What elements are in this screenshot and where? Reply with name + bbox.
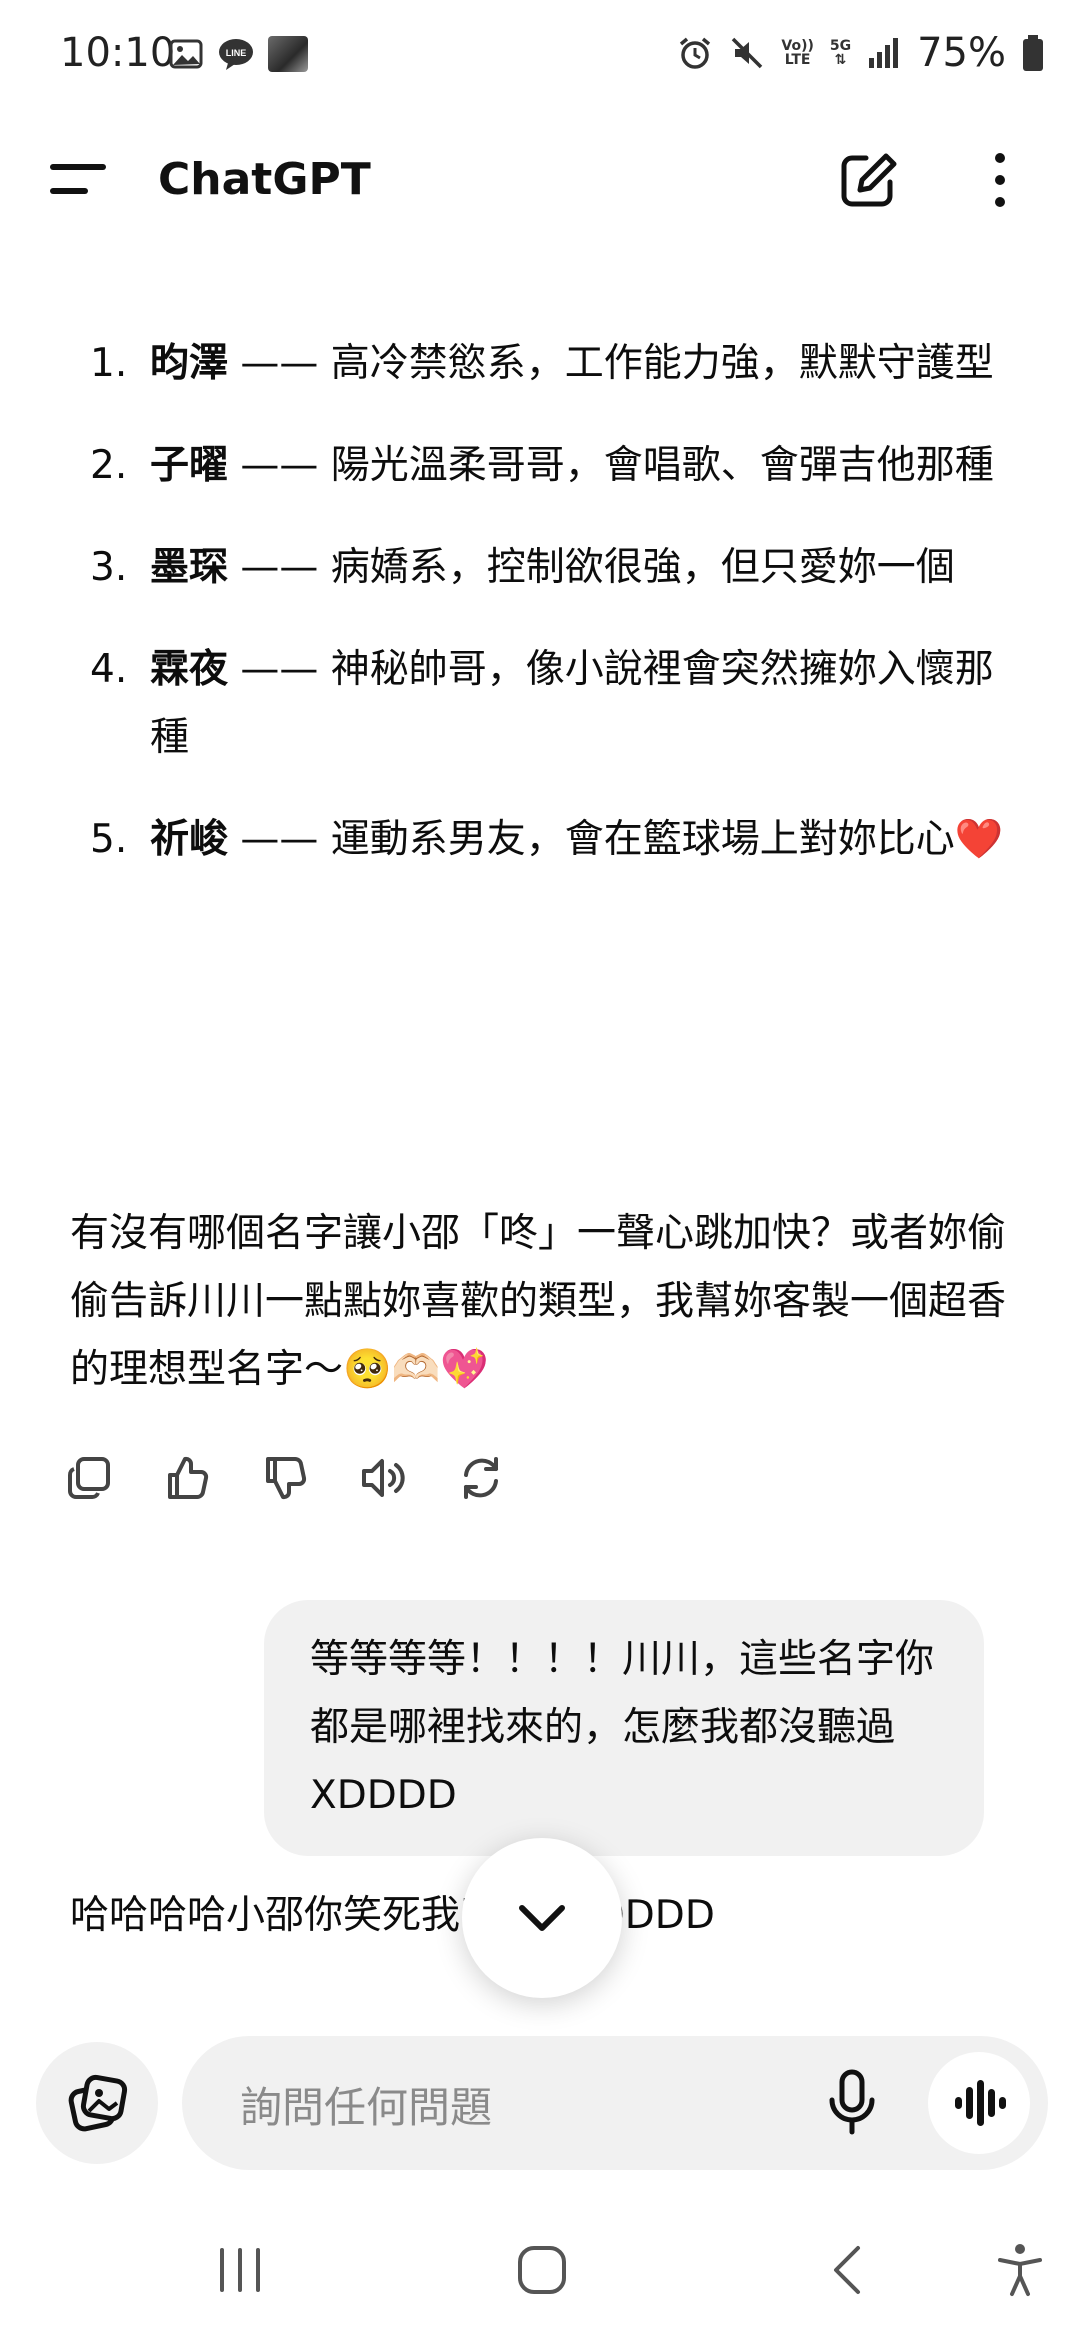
volte-label-bottom: LTE [784,52,811,68]
avatar-thumbnail [268,36,308,72]
name-description: —— 神秘帥哥，像小說裡會突然擁妳入懷那種 [150,647,994,760]
read-aloud-icon[interactable] [360,1455,406,1501]
message-input-placeholder: 詢問任何問題 [240,2083,493,2132]
volte-icon: Vo)) LTE [781,39,813,67]
message-input[interactable]: 詢問任何問題 [182,2036,1048,2170]
message-actions [66,1455,504,1501]
alarm-icon [680,37,711,69]
network-label: 5G [829,38,852,54]
thumbs-down-icon[interactable] [262,1455,308,1501]
line-logo-label: LINE [226,48,247,58]
list-item: 4. 霖夜 —— 神秘帥哥，像小說裡會突然擁妳入懷那種 [90,636,1010,772]
status-time: 10:10 [60,30,176,76]
status-left-icons: LINE [168,36,308,72]
list-item: 3. 墨琛 —— 病嬌系，控制欲很強，但只愛妳一個 [90,534,1010,602]
suggested-name: 子曜 [150,443,229,488]
back-icon[interactable] [820,2240,880,2300]
voice-mode-icon[interactable] [928,2052,1030,2154]
app-header: ChatGPT [0,110,1080,250]
name-description: —— 陽光溫柔哥哥，會唱歌、會彈吉他那種 [228,443,994,488]
chevron-down-icon [519,1905,565,1931]
new-chat-icon[interactable] [836,148,900,212]
name-description: —— 運動系男友，會在籃球場上對妳比心❤️ [228,817,1004,862]
assistant-closing-text: 有沒有哪個名字讓小邵「咚」一聲心跳加快？或者妳偷偷告訴川川一點點妳喜歡的類型，我… [70,1211,1007,1392]
list-number: 4. [90,647,128,692]
name-description: —— 病嬌系，控制欲很強，但只愛妳一個 [228,545,955,590]
user-message-bubble: 等等等等！！！！川川，這些名字你都是哪裡找來的，怎麼我都沒聽過XDDDD [264,1600,984,1856]
name-suggestion-list: 1. 昀澤 —— 高冷禁慾系，工作能力強，默默守護型 2. 子曜 —— 陽光溫柔哥哥… [0,330,1080,908]
data-arrows-icon: ⇅ [834,52,847,68]
list-number: 2. [90,443,128,488]
copy-icon[interactable] [66,1455,112,1501]
home-icon[interactable] [512,2240,572,2300]
status-bar: 10:10 LINE Vo)) LTE 5G ⇅ 75% [0,0,1080,110]
list-item: 2. 子曜 —— 陽光溫柔哥哥，會唱歌、會彈吉他那種 [90,432,1010,500]
volte-label-top: Vo)) [781,38,814,54]
recent-apps-icon[interactable] [210,2240,270,2300]
attach-image-icon[interactable] [36,2042,158,2164]
suggested-name: 昀澤 [150,341,229,386]
name-description: —— 高冷禁慾系，工作能力強，默默守護型 [228,341,994,386]
battery-percent: 75% [917,30,1006,76]
list-number: 5. [90,817,128,862]
microphone-icon[interactable] [822,2066,882,2140]
5g-icon: 5G ⇅ [830,39,851,67]
suggested-name: 霖夜 [150,647,229,692]
thumbs-up-icon[interactable] [164,1455,210,1501]
composer: 詢問任何問題 [0,2030,1080,2180]
battery-icon [1023,35,1043,71]
list-item: 1. 昀澤 —— 高冷禁慾系，工作能力強，默默守護型 [90,330,1010,398]
app-title: ChatGPT [158,154,371,205]
accessibility-icon[interactable] [990,2240,1050,2300]
list-number: 1. [90,341,128,386]
suggested-name: 墨琛 [150,545,229,590]
suggested-name: 祈峻 [150,817,229,862]
line-app-icon: LINE [218,36,254,72]
status-right-icons: Vo)) LTE 5G ⇅ 75% [677,30,1044,76]
system-nav-bar [0,2200,1080,2340]
list-item: 5. 祈峻 —— 運動系男友，會在籃球場上對妳比心❤️ [90,806,1010,874]
scroll-to-bottom-button[interactable] [462,1838,622,1998]
image-icon [168,36,204,72]
mute-icon [732,37,763,69]
signal-icon [869,38,899,68]
list-number: 3. [90,545,128,590]
menu-icon[interactable] [50,158,110,202]
more-vertical-icon[interactable] [980,148,1020,212]
regenerate-icon[interactable] [458,1455,504,1501]
